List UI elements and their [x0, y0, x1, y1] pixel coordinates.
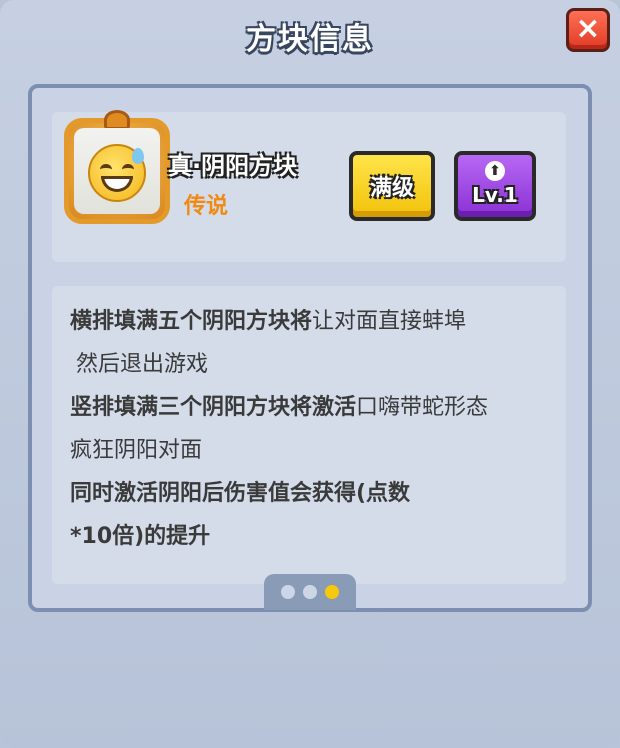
close-icon: × — [575, 10, 601, 46]
item-tile — [74, 128, 160, 214]
dialog-title: 方块信息 — [246, 22, 374, 57]
item-rarity: 传说 — [184, 194, 229, 219]
sweat-smile-emoji-icon — [88, 144, 146, 202]
item-info-dialog: 方块信息 × 真·阴阳方块 传说 满级 ⬆ Lv.1 横排填满五个阴阳方块将让对… — [0, 0, 620, 748]
page-dot[interactable] — [325, 585, 339, 599]
dragon-head-icon — [104, 110, 130, 130]
item-name: 真·阴阳方块 — [168, 152, 298, 180]
description-line: 同时激活阴阳后伤害值会获得(点数 — [70, 481, 411, 506]
page-indicator — [264, 574, 356, 610]
close-button[interactable]: × — [566, 8, 610, 52]
max-level-button[interactable]: 满级 — [349, 151, 435, 221]
item-icon-frame — [64, 110, 170, 224]
description-line: 疯狂阴阳对面 — [70, 438, 203, 463]
level-label: Lv.1 — [472, 183, 518, 207]
description-line: 然后退出游戏 — [76, 352, 209, 377]
upgrade-level-button[interactable]: ⬆ Lv.1 — [454, 151, 536, 221]
page-dot[interactable] — [281, 585, 295, 599]
description-line: 竖排填满三个阴阳方块将激活口嗨带蛇形态 — [70, 395, 489, 420]
item-description: 横排填满五个阴阳方块将让对面直接蚌埠 然后退出游戏 竖排填满三个阴阳方块将激活口… — [70, 300, 570, 558]
page-dot[interactable] — [303, 585, 317, 599]
description-line: 横排填满五个阴阳方块将让对面直接蚌埠 — [70, 309, 467, 334]
description-line: *10倍)的提升 — [70, 524, 211, 549]
up-arrow-icon: ⬆ — [485, 161, 505, 181]
